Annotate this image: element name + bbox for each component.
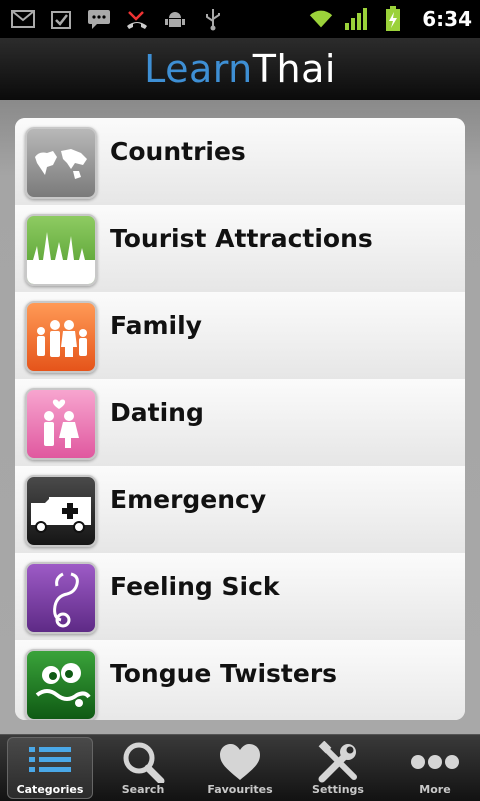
- battery-charging-icon: [380, 6, 406, 32]
- category-label: Family: [110, 311, 202, 340]
- tab-favourites[interactable]: Favourites: [197, 737, 283, 799]
- category-countries[interactable]: Countries: [15, 118, 465, 206]
- couple-icon: [25, 388, 97, 460]
- tab-label: Settings: [312, 783, 364, 796]
- gmail-icon: [10, 6, 36, 32]
- task-icon: [48, 6, 74, 32]
- wifi-icon: [308, 6, 334, 32]
- category-label: Emergency: [110, 485, 267, 514]
- tab-categories[interactable]: Categories: [7, 737, 93, 799]
- category-list: Countries Tourist Attractions Family Dat…: [15, 118, 465, 720]
- tab-settings[interactable]: Settings: [295, 737, 381, 799]
- status-bar: 6:34: [0, 0, 480, 38]
- category-label: Countries: [110, 137, 246, 166]
- stethoscope-icon: [25, 562, 97, 634]
- app-logo: LearnThai: [144, 47, 336, 91]
- heart-icon: [218, 741, 262, 783]
- category-label: Tongue Twisters: [110, 659, 338, 688]
- tab-label: More: [419, 783, 451, 796]
- android-debug-icon: [162, 6, 188, 32]
- category-dating[interactable]: Dating: [15, 379, 465, 467]
- tab-label: Favourites: [207, 783, 273, 796]
- bottom-tab-bar: Categories Search Favourites Settings Mo…: [0, 734, 480, 801]
- list-icon: [27, 741, 73, 783]
- category-tourist-attractions[interactable]: Tourist Attractions: [15, 205, 465, 293]
- sms-icon: [86, 6, 112, 32]
- usb-icon: [200, 6, 226, 32]
- clock: 6:34: [422, 7, 472, 31]
- category-label: Feeling Sick: [110, 572, 280, 601]
- tools-icon: [316, 741, 360, 783]
- ambulance-icon: [25, 475, 97, 547]
- temple-icon: [25, 214, 97, 286]
- logo-thai-text: Thai: [252, 47, 336, 91]
- magnifier-icon: [121, 741, 165, 783]
- missed-call-icon: [124, 6, 150, 32]
- category-emergency[interactable]: Emergency: [15, 466, 465, 554]
- category-label: Dating: [110, 398, 204, 427]
- category-label: Tourist Attractions: [110, 224, 373, 253]
- tongue-face-icon: [25, 649, 97, 720]
- category-tongue-twisters[interactable]: Tongue Twisters: [15, 640, 465, 720]
- tab-label: Search: [121, 783, 165, 796]
- category-feeling-sick[interactable]: Feeling Sick: [15, 553, 465, 641]
- category-family[interactable]: Family: [15, 292, 465, 380]
- family-icon: [25, 301, 97, 373]
- tab-label: Categories: [16, 783, 84, 796]
- tab-search[interactable]: Search: [100, 737, 186, 799]
- app-header: LearnThai: [0, 38, 480, 102]
- logo-learn-text: Learn: [144, 47, 253, 91]
- signal-icon: [344, 6, 370, 32]
- main-content: Countries Tourist Attractions Family Dat…: [0, 100, 480, 734]
- world-map-icon: [25, 127, 97, 199]
- more-dots-icon: [409, 741, 461, 783]
- tab-more[interactable]: More: [392, 737, 478, 799]
